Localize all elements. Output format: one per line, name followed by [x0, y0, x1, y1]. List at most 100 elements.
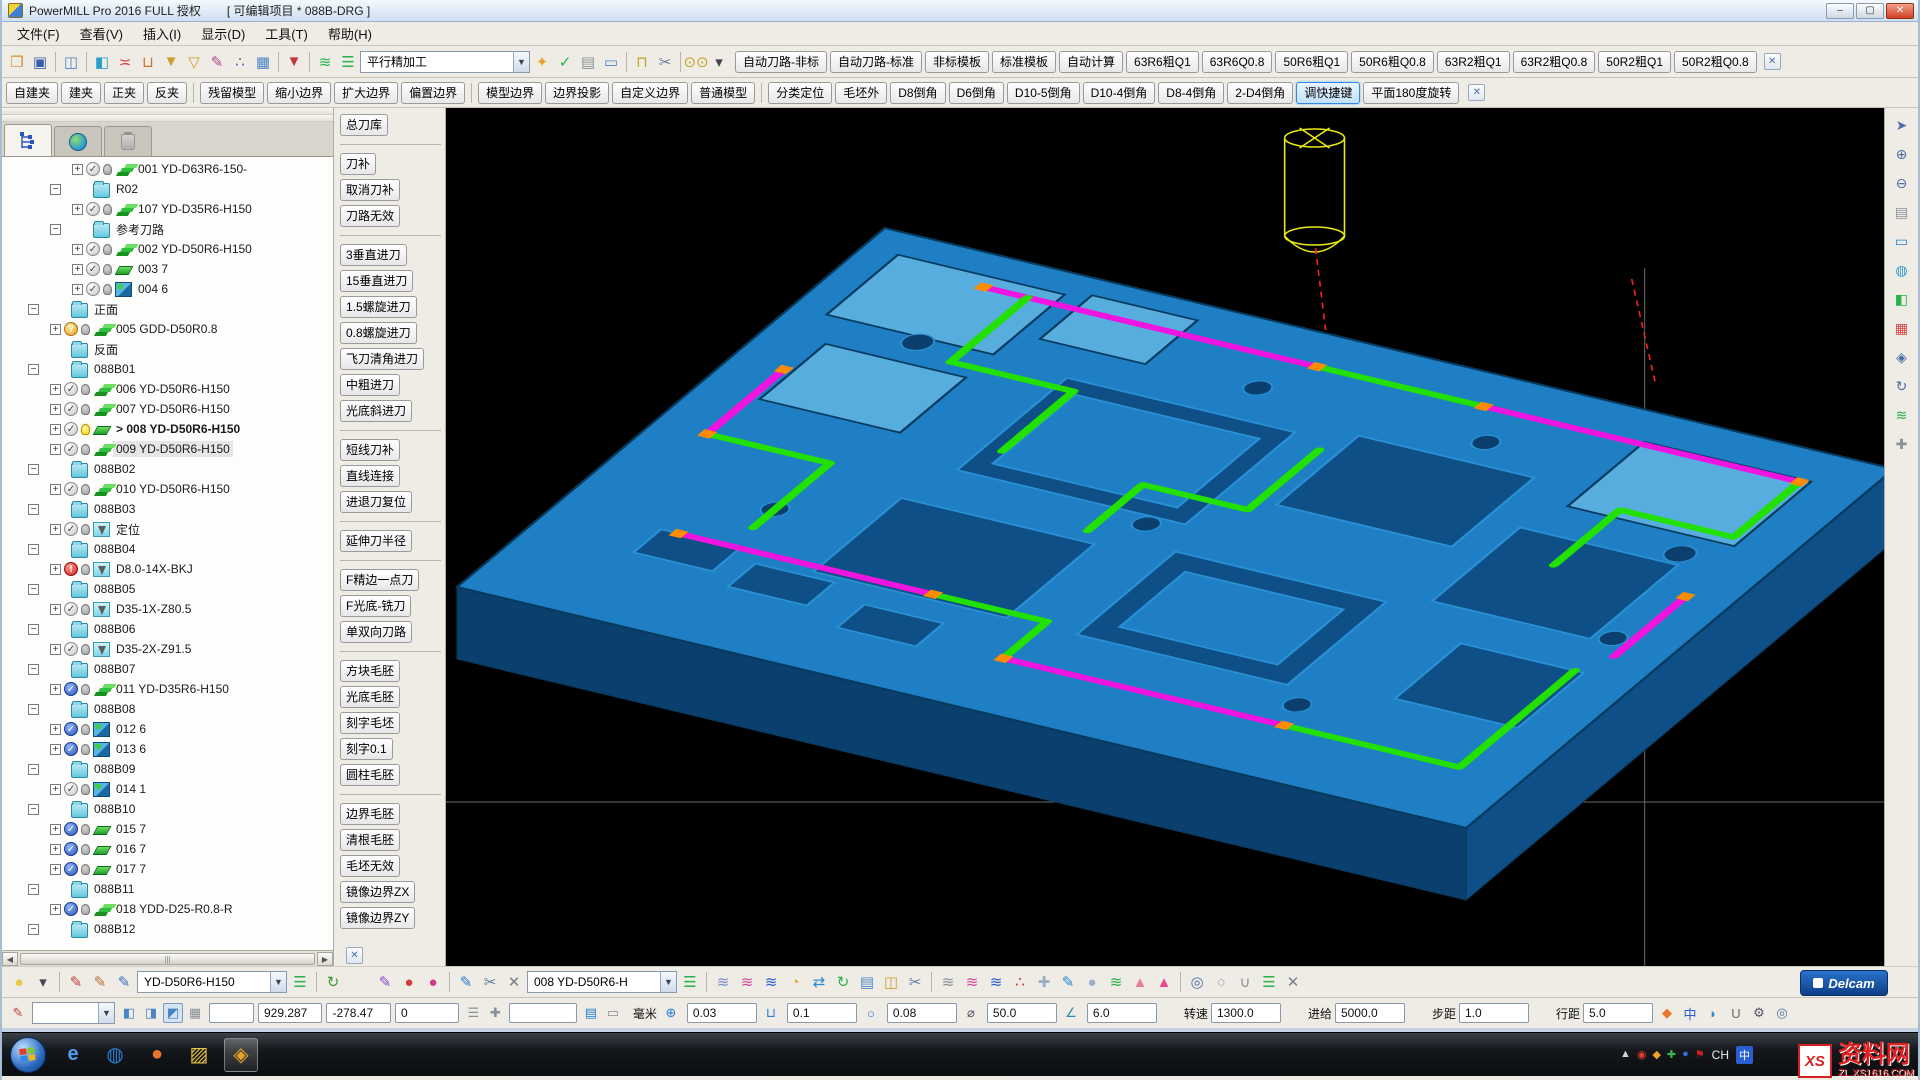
tree-expand-toggle[interactable]: [28, 763, 39, 775]
tree-item-label[interactable]: 088B09: [91, 761, 138, 777]
macro-panel-button[interactable]: 镜像边界ZY: [340, 907, 416, 929]
redo-icon[interactable]: ⇄: [808, 971, 830, 993]
clear-x-icon[interactable]: ✕: [503, 971, 525, 993]
cursor-x-field[interactable]: 929.287: [257, 1003, 323, 1023]
menu-item[interactable]: 查看(V): [71, 22, 132, 45]
settings-gear-icon[interactable]: ⚙: [1749, 1003, 1769, 1023]
boundary-button[interactable]: D10-4倒角: [1082, 81, 1156, 104]
visibility-bulb-icon[interactable]: [59, 504, 68, 515]
tree-item-label[interactable]: 088B12: [91, 921, 138, 937]
visibility-bulb-icon[interactable]: [81, 723, 90, 735]
toolpath-status-icon[interactable]: [64, 562, 78, 576]
tree-expand-toggle[interactable]: [72, 243, 83, 255]
macro-panel-button[interactable]: 方块毛胚: [340, 660, 401, 682]
cursor-z-field[interactable]: 0: [394, 1003, 460, 1023]
macro-button[interactable]: 自动计算: [1059, 50, 1124, 73]
tree-row[interactable]: 088B10: [2, 799, 333, 819]
tree-item-label[interactable]: 005 GDD-D50R0.8: [113, 321, 220, 337]
calculator-icon[interactable]: ▤: [577, 51, 599, 73]
tree-item-label[interactable]: 011 YD-D35R6-H150: [113, 681, 232, 697]
toolpath-status-icon[interactable]: [64, 902, 78, 916]
tree-row[interactable]: 正面: [2, 299, 333, 319]
tree-item-label[interactable]: 013 6: [113, 741, 149, 757]
visibility-bulb-icon[interactable]: [81, 903, 90, 915]
tree-row[interactable]: 088B08: [2, 699, 333, 719]
ghost2-icon[interactable]: ○: [1210, 971, 1232, 993]
param-value-field[interactable]: 5000.0: [1334, 1003, 1405, 1023]
tree-row[interactable]: 反面: [2, 339, 333, 359]
macro-button[interactable]: 自动刀路-标准: [830, 50, 922, 73]
tree-item-label[interactable]: 007 YD-D50R6-H150: [113, 401, 233, 417]
tree-expand-toggle[interactable]: [50, 603, 61, 615]
tree-item-label[interactable]: 088B01: [91, 361, 138, 377]
tree-item-label[interactable]: 088B07: [91, 661, 138, 677]
toolpath-status-icon[interactable]: [64, 842, 78, 856]
swirl2-icon[interactable]: ≋: [736, 971, 758, 993]
snap-field[interactable]: [208, 1003, 254, 1023]
tree-expand-toggle[interactable]: [28, 583, 39, 595]
toolpath-status-icon[interactable]: [64, 862, 78, 876]
raster-strategy-icon[interactable]: ≋: [314, 51, 336, 73]
rotate-view-icon[interactable]: ↻: [1890, 375, 1914, 397]
macro-panel-button[interactable]: 刀补: [340, 153, 377, 175]
recycle-icon[interactable]: ↻: [322, 971, 344, 993]
tree-row[interactable]: 定位: [2, 519, 333, 539]
macro-panel-button[interactable]: 延伸刀半径: [340, 530, 413, 552]
boundary-button[interactable]: 2-D4倒角: [1227, 81, 1294, 104]
boundary-button[interactable]: 毛坯外: [835, 81, 888, 104]
visibility-bulb-icon[interactable]: [59, 344, 68, 355]
tree-expand-toggle[interactable]: [50, 383, 61, 395]
toolpath-status-icon[interactable]: [86, 262, 100, 276]
compass-icon[interactable]: ✚: [485, 1003, 505, 1023]
points-icon[interactable]: ∴: [229, 51, 251, 73]
macro-panel-button[interactable]: 0.8螺旋进刀: [340, 322, 417, 344]
screen-icon[interactable]: ▭: [600, 51, 622, 73]
active-toolpath-combo[interactable]: 008 YD-D50R6-H ▼: [527, 971, 677, 993]
powermill-app-icon[interactable]: ◈: [224, 1037, 258, 1072]
points-red-icon[interactable]: ∴: [1009, 971, 1031, 993]
tree-item-label[interactable]: 003 7: [135, 261, 171, 277]
visibility-bulb-icon[interactable]: [59, 884, 68, 895]
macro-button[interactable]: 50R2粗Q0.8: [1674, 50, 1757, 73]
sphere-red-icon[interactable]: ●: [398, 971, 420, 993]
macro-button[interactable]: 50R2粗Q1: [1598, 50, 1671, 73]
edit-tool2-icon[interactable]: ✎: [89, 971, 111, 993]
macro-panel-button[interactable]: 光底斜进刀: [340, 400, 413, 422]
tree-item-label[interactable]: 定位: [113, 520, 143, 539]
tree-row[interactable]: 015 7: [2, 819, 333, 839]
grid-icon[interactable]: ▦: [185, 1003, 205, 1023]
wireframe-view-icon[interactable]: ▦: [1890, 317, 1914, 339]
visibility-bulb-icon[interactable]: [81, 783, 90, 795]
visibility-bulb-icon[interactable]: [103, 163, 112, 175]
tree-item-label[interactable]: 088B10: [91, 801, 138, 817]
view-y-icon[interactable]: ◨: [141, 1003, 161, 1023]
close-button[interactable]: ✕: [1886, 2, 1914, 19]
levels-globe-tab[interactable]: [54, 126, 102, 156]
tree-expand-toggle[interactable]: [50, 523, 61, 535]
toolpath-stack-icon[interactable]: ☰: [679, 971, 701, 993]
macro-panel-button[interactable]: 飞刀清角进刀: [340, 348, 425, 370]
tree-item-label[interactable]: 088B04: [91, 541, 138, 557]
tree-row[interactable]: 088B02: [2, 459, 333, 479]
workplane-edit-icon[interactable]: ✎: [374, 971, 396, 993]
ie-browser-icon[interactable]: e: [56, 1038, 90, 1072]
maximize-button[interactable]: ▢: [1856, 2, 1884, 19]
title-bar[interactable]: PowerMILL Pro 2016 FULL 授权 [ 可编辑项目 * 088…: [2, 0, 1918, 22]
tree-row[interactable]: 012 6: [2, 719, 333, 739]
ghost-ball-icon[interactable]: ●: [1081, 971, 1103, 993]
visibility-bulb-icon[interactable]: [81, 224, 90, 235]
macro-panel-button[interactable]: 短线刀补: [340, 439, 401, 461]
tree-item-label[interactable]: 014 1: [113, 781, 149, 797]
tree-row[interactable]: R02: [2, 179, 333, 199]
boundary-button[interactable]: 偏置边界: [401, 81, 466, 104]
tree-row[interactable]: > 008 YD-D50R6-H150: [2, 419, 333, 439]
toolpath-status-icon[interactable]: [64, 682, 78, 696]
toolpath-status-icon[interactable]: [64, 642, 78, 656]
visibility-bulb-icon[interactable]: [59, 704, 68, 715]
boundary-button[interactable]: D6倒角: [948, 81, 1004, 104]
tool-holder-icon[interactable]: ⊔: [137, 51, 159, 73]
macro-panel-button[interactable]: 刻字毛坯: [340, 712, 401, 734]
visibility-bulb-icon[interactable]: [103, 203, 112, 215]
boundary-button[interactable]: 边界投影: [545, 81, 610, 104]
menu-item[interactable]: 工具(T): [256, 22, 317, 45]
